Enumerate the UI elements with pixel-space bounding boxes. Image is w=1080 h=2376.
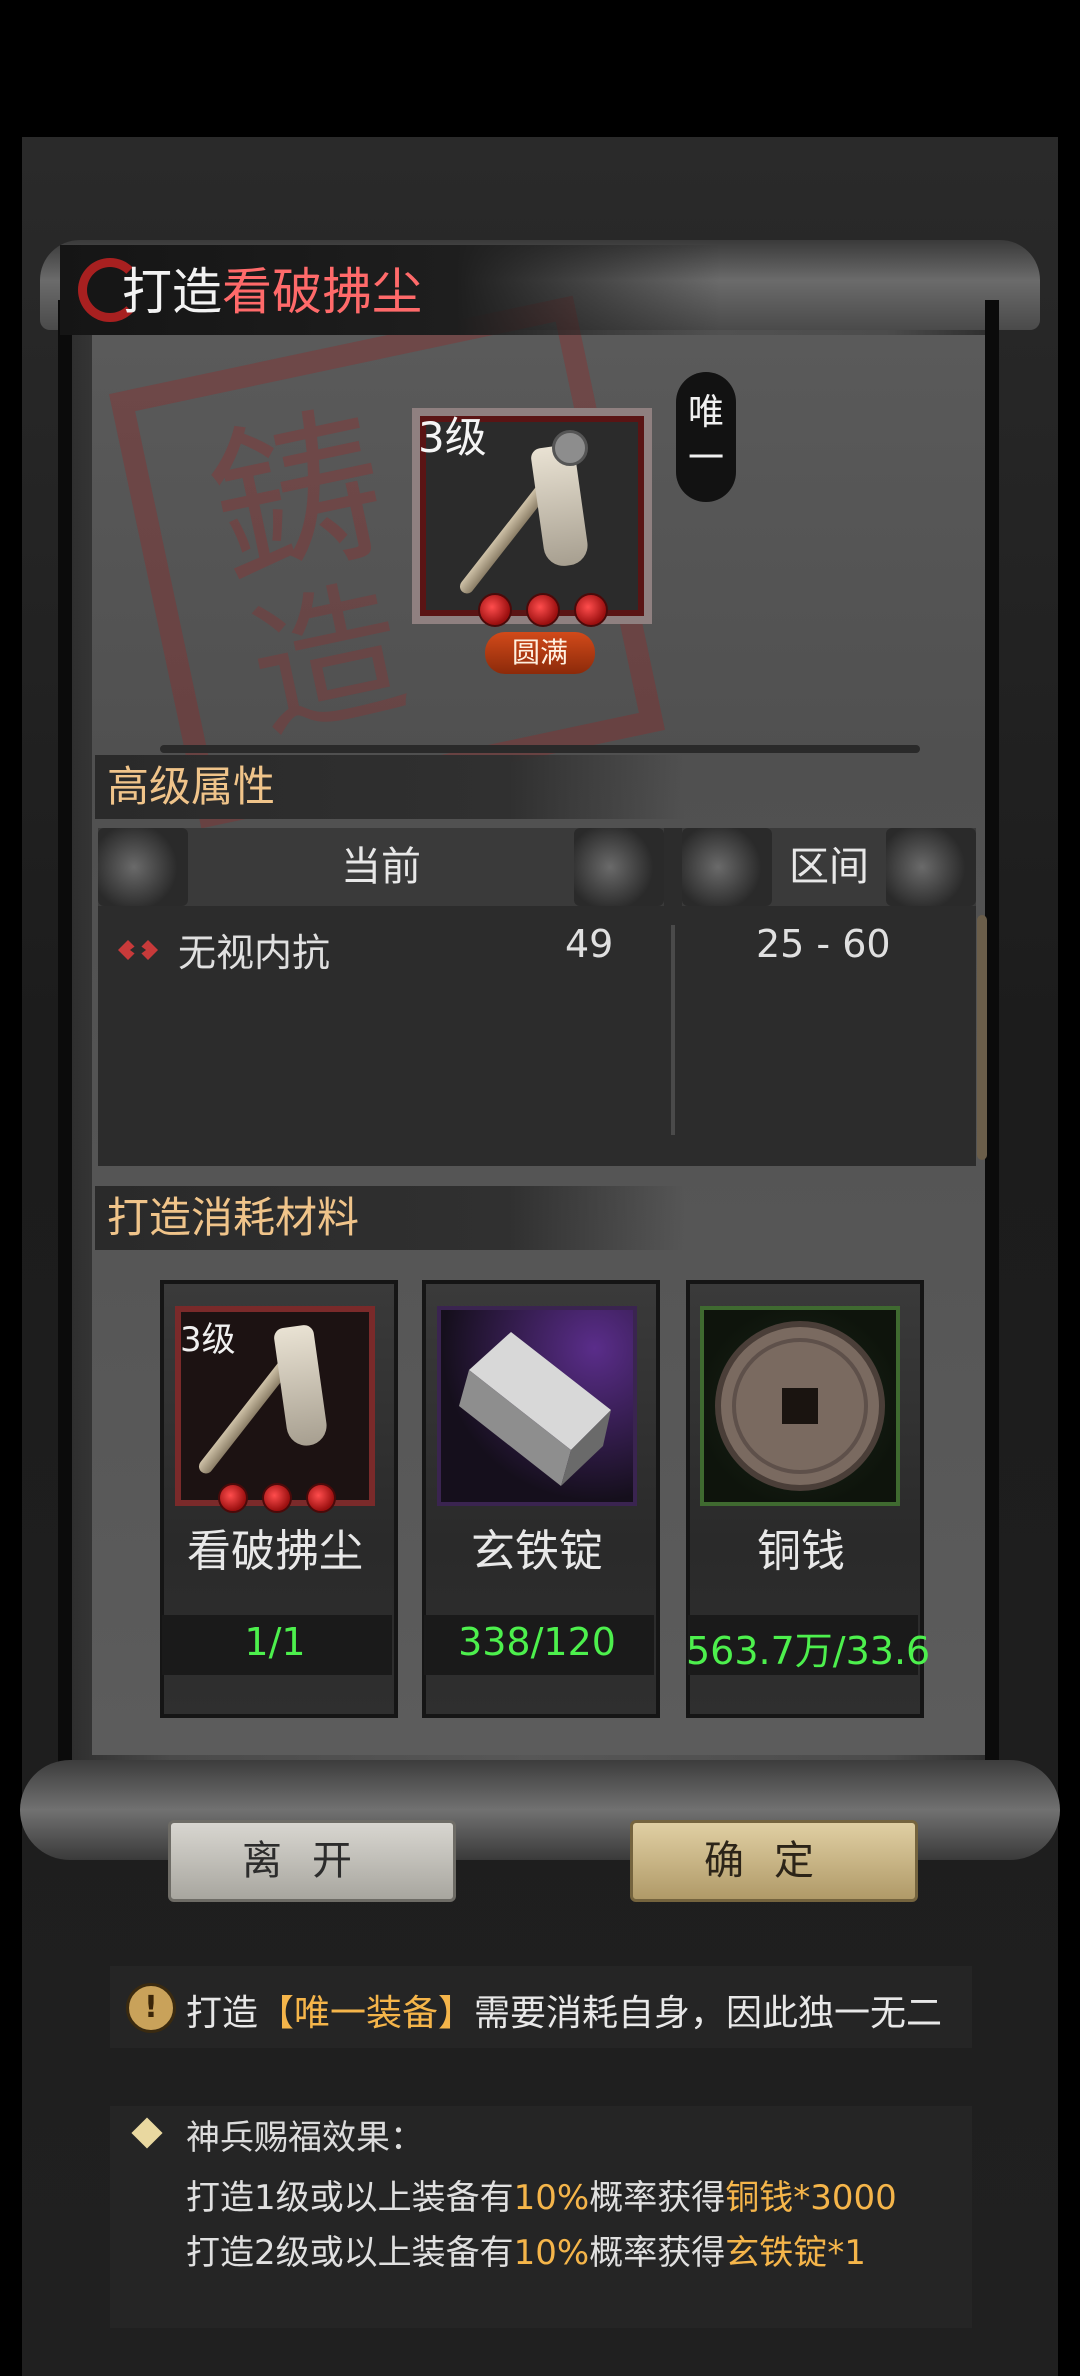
section-header-materials: 打造消耗材料 xyxy=(95,1186,685,1250)
page-title: 打造看破拂尘 xyxy=(122,252,422,324)
cloud-ornament-icon xyxy=(886,828,976,906)
blessing-line: 打造1级或以上装备有10%概率获得铜钱*3000 xyxy=(186,2170,897,2219)
whisk-hair xyxy=(272,1323,330,1449)
notice-text-part: 需要消耗自身，因此独一无二 xyxy=(474,1993,943,2034)
gem-icon xyxy=(526,593,560,627)
unique-tag-char: 唯 xyxy=(687,392,724,433)
notice-highlight: 【唯一装备】 xyxy=(258,1993,475,2034)
cloud-ornament-icon xyxy=(574,828,664,906)
leave-button[interactable]: 离开 xyxy=(168,1820,456,1902)
attr-range-value: 25 - 60 xyxy=(756,922,891,966)
exclamation-icon: ! xyxy=(126,1983,176,2033)
material-image-copper-coin xyxy=(700,1306,900,1506)
notice-text: 打造【唯一装备】需要消耗自身，因此独一无二 xyxy=(186,1984,942,2036)
material-count: 338/120 xyxy=(458,1620,616,1664)
gem-icon xyxy=(218,1483,248,1513)
scroll-right-edge xyxy=(985,300,999,1780)
blessing-text: 打造1级或以上装备有 xyxy=(186,2178,514,2218)
quality-badge: 圆满 xyxy=(485,632,595,674)
whisk-ornament xyxy=(552,430,588,466)
attr-name: 无视内抗 xyxy=(178,931,331,975)
material-name: 铜钱 xyxy=(757,1526,845,1577)
blessing-reward: 铜钱*3000 xyxy=(725,2178,897,2218)
material-name: 玄铁锭 xyxy=(471,1526,603,1577)
notice-text-part: 打造 xyxy=(186,1993,259,2034)
title-prefix: 打造 xyxy=(122,263,222,321)
section-header-advanced-attrs: 高级属性 xyxy=(95,755,685,819)
cloud-ornament-icon xyxy=(98,828,188,906)
blessing-title: 神兵赐福效果： xyxy=(186,2118,424,2158)
attr-table-scrollbar[interactable] xyxy=(977,915,987,1160)
blessing-reward: 玄铁锭*1 xyxy=(725,2233,866,2273)
blessing-percent: 10% xyxy=(513,2178,590,2218)
material-name: 看破拂尘 xyxy=(187,1526,363,1577)
unique-tag-char: 一 xyxy=(687,438,724,479)
confirm-button[interactable]: 确定 xyxy=(630,1820,918,1902)
gem-icon xyxy=(262,1483,292,1513)
blessing-text: 打造2级或以上装备有 xyxy=(186,2233,514,2273)
iron-ingot-icon xyxy=(459,1332,611,1486)
material-count: 563.7万/33.6 xyxy=(686,1629,931,1673)
material-image-iron-ingot xyxy=(437,1306,637,1506)
blessing-text: 概率获得 xyxy=(589,2178,726,2218)
scroll-left-edge xyxy=(58,300,72,1780)
attr-current-value: 49 xyxy=(565,922,614,966)
blessing-line: 打造2级或以上装备有10%概率获得玄铁锭*1 xyxy=(186,2225,866,2274)
material-count: 1/1 xyxy=(244,1620,306,1664)
copper-coin-icon xyxy=(715,1321,885,1491)
gem-icon xyxy=(306,1483,336,1513)
gem-icon xyxy=(478,593,512,627)
unique-tag: 唯一 xyxy=(676,372,736,502)
material-level-label: 3级 xyxy=(180,1320,236,1360)
gem-icon xyxy=(574,593,608,627)
blessing-text: 概率获得 xyxy=(589,2233,726,2273)
divider xyxy=(160,745,920,753)
item-level-label: 3级 xyxy=(418,413,487,462)
title-item-name: 看破拂尘 xyxy=(222,263,422,321)
attr-diamond-icon xyxy=(118,940,158,960)
blessing-percent: 10% xyxy=(513,2233,590,2273)
cloud-ornament-icon xyxy=(682,828,772,906)
column-divider xyxy=(671,925,675,1135)
